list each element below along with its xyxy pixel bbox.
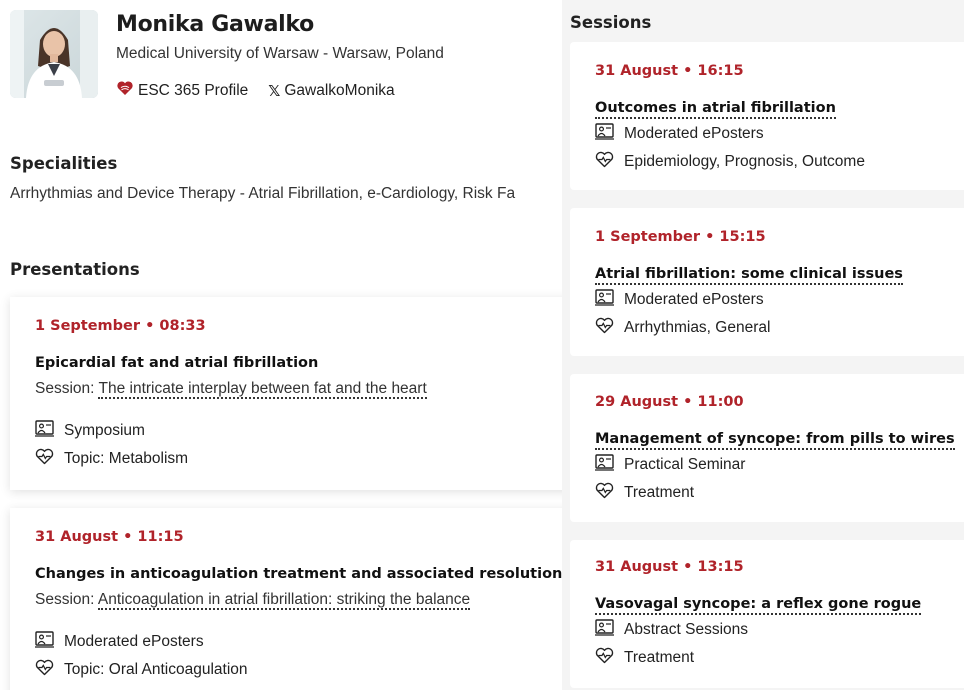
speaker-name: Monika Gawalko bbox=[116, 12, 314, 37]
specialities-heading: Specialities bbox=[10, 154, 118, 173]
twitter-handle: GawalkoMonika bbox=[284, 81, 395, 99]
presentation-date: 31 August • 11:15 bbox=[35, 529, 184, 545]
session-date: 31 August • 16:15 bbox=[595, 63, 744, 79]
x-logo-icon: 𝕏 bbox=[268, 81, 281, 100]
session-topic-label: Treatment bbox=[624, 649, 695, 666]
session-prefix: Session: bbox=[35, 591, 95, 608]
session-topic-label: Epidemiology, Prognosis, Outcome bbox=[624, 153, 865, 170]
session-title-link[interactable]: Management of syncope: from pills to wir… bbox=[595, 431, 955, 450]
session-link[interactable]: The intricate interplay between fat and … bbox=[98, 380, 427, 399]
profile-links: ESC 365 Profile 𝕏 GawalkoMonika bbox=[116, 79, 395, 102]
session-type: Abstract Sessions bbox=[595, 619, 748, 641]
presentation-session: Session: The intricate interplay between… bbox=[35, 380, 427, 399]
presentation-date: 1 September • 08:33 bbox=[35, 318, 206, 334]
heart-pulse-icon bbox=[595, 482, 614, 504]
speaker-profile-panel: Monika Gawalko Medical University of War… bbox=[0, 0, 562, 690]
presentation-card[interactable]: 1 September • 08:33 Epicardial fat and a… bbox=[10, 297, 562, 490]
speaker-affiliation: Medical University of Warsaw - Warsaw, P… bbox=[116, 45, 444, 62]
twitter-link[interactable]: 𝕏 GawalkoMonika bbox=[268, 79, 394, 102]
session-topic-label: Treatment bbox=[624, 484, 695, 501]
session-date: 29 August • 11:00 bbox=[595, 394, 744, 410]
presentation-topic-label: Topic: Oral Anticoagulation bbox=[64, 661, 248, 678]
session-link[interactable]: Anticoagulation in atrial fibrillation: … bbox=[97, 591, 471, 610]
session-title-link[interactable]: Vasovagal syncope: a reflex gone rogue bbox=[595, 596, 922, 615]
heart-pulse-icon bbox=[35, 659, 54, 681]
esc-365-profile-label: ESC 365 Profile bbox=[138, 81, 249, 99]
session-title-link[interactable]: Atrial fibrillation: some clinical issue… bbox=[595, 266, 903, 285]
session-type-label: Moderated ePosters bbox=[624, 125, 764, 142]
presenter-board-icon bbox=[595, 123, 614, 145]
presentation-type-label: Symposium bbox=[64, 422, 145, 439]
session-topic: Arrhythmias, General bbox=[595, 317, 770, 339]
presenter-board-icon bbox=[595, 619, 614, 641]
session-card[interactable]: 31 August • 13:15 Vasovagal syncope: a r… bbox=[570, 540, 964, 688]
session-prefix: Session: bbox=[35, 380, 95, 397]
presentation-type: Moderated ePosters bbox=[35, 631, 204, 653]
presentation-topic: Topic: Metabolism bbox=[35, 448, 188, 470]
session-topic: Treatment bbox=[595, 647, 694, 669]
avatar bbox=[10, 10, 98, 98]
session-type-label: Moderated ePosters bbox=[624, 291, 764, 308]
specialities-text: Arrhythmias and Device Therapy - Atrial … bbox=[10, 185, 516, 202]
session-type: Practical Seminar bbox=[595, 454, 745, 476]
presentation-topic: Topic: Oral Anticoagulation bbox=[35, 659, 248, 681]
presentation-topic-label: Topic: Metabolism bbox=[64, 450, 189, 467]
esc-365-profile-link[interactable]: ESC 365 Profile bbox=[116, 79, 248, 102]
presentations-heading: Presentations bbox=[10, 260, 140, 279]
sessions-heading: Sessions bbox=[570, 13, 652, 32]
heart-pulse-icon bbox=[595, 317, 614, 339]
presentation-title: Epicardial fat and atrial fibrillation bbox=[35, 355, 319, 371]
presenter-board-icon bbox=[595, 454, 614, 476]
presentation-title: Changes in anticoagulation treatment and… bbox=[35, 566, 562, 582]
session-type: Moderated ePosters bbox=[595, 123, 764, 145]
session-title-link[interactable]: Outcomes in atrial fibrillation bbox=[595, 100, 836, 119]
presentation-card[interactable]: 31 August • 11:15 Changes in anticoagula… bbox=[10, 508, 562, 690]
heart-pulse-icon bbox=[35, 448, 54, 470]
session-card[interactable]: 31 August • 16:15 Outcomes in atrial fib… bbox=[570, 42, 964, 190]
heart-pulse-icon bbox=[595, 647, 614, 669]
session-card[interactable]: 29 August • 11:00 Management of syncope:… bbox=[570, 374, 964, 522]
heart-pulse-icon bbox=[595, 151, 614, 173]
presentation-session: Session: Anticoagulation in atrial fibri… bbox=[35, 591, 471, 610]
presenter-board-icon bbox=[35, 631, 54, 653]
esc-heart-logo-icon bbox=[116, 79, 134, 102]
session-date: 1 September • 15:15 bbox=[595, 229, 766, 245]
session-type-label: Abstract Sessions bbox=[624, 621, 749, 638]
presenter-board-icon bbox=[35, 420, 54, 442]
presenter-board-icon bbox=[595, 289, 614, 311]
presentation-type: Symposium bbox=[35, 420, 145, 442]
presentation-type-label: Moderated ePosters bbox=[64, 633, 204, 650]
session-type-label: Practical Seminar bbox=[624, 456, 746, 473]
session-card[interactable]: 1 September • 15:15 Atrial fibrillation:… bbox=[570, 208, 964, 356]
session-type: Moderated ePosters bbox=[595, 289, 764, 311]
session-date: 31 August • 13:15 bbox=[595, 559, 744, 575]
session-topic-label: Arrhythmias, General bbox=[624, 319, 771, 336]
session-topic: Epidemiology, Prognosis, Outcome bbox=[595, 151, 865, 173]
session-topic: Treatment bbox=[595, 482, 694, 504]
